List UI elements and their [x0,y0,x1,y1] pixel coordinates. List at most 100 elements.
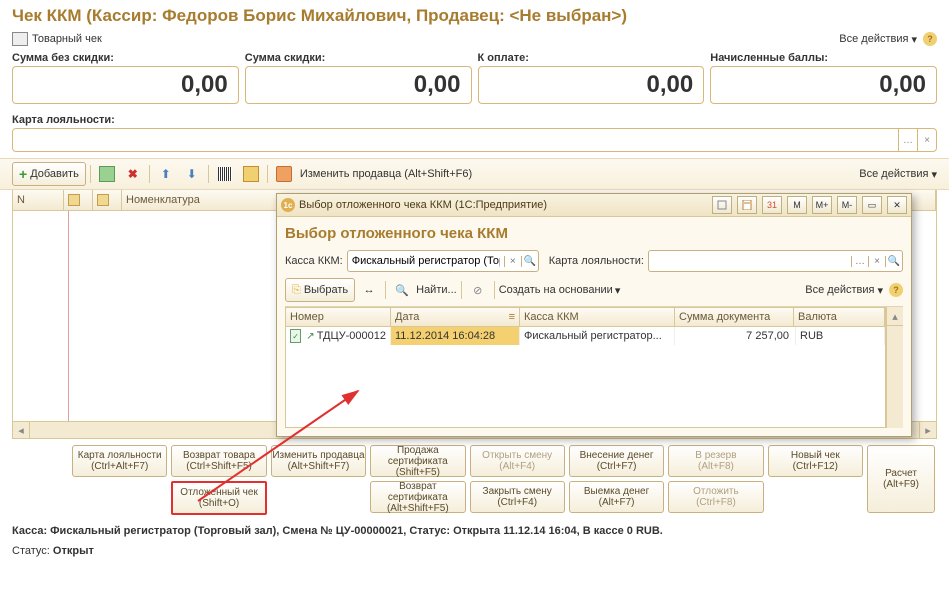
barcode-button[interactable] [213,162,237,186]
total-topay-value: 0,00 [478,66,705,104]
return-cert-button[interactable]: Возврат сертификата(Alt+Shift+F5) [370,481,465,513]
reserve-button[interactable]: В резерв(Alt+F8) [668,445,763,477]
loyalty-clear-button[interactable]: × [868,256,885,267]
plus-icon: + [19,167,27,181]
total-no-discount-label: Сумма без скидки: [12,52,239,64]
move-up-button[interactable]: ⬆ [154,162,178,186]
loyalty-search-button[interactable]: 🔍 [885,256,902,267]
col-n[interactable]: N [13,190,64,210]
dialog-heading: Выбор отложенного чека ККМ [285,225,903,242]
row-sum: 7 257,00 [675,327,796,345]
m-minus-button[interactable]: M- [837,196,857,214]
add-button[interactable]: + Добавить [12,162,86,186]
scroll-up-button[interactable]: ▴ [887,307,903,326]
separator [494,281,495,299]
search-icon: 🔍 [395,284,409,297]
chevron-down-icon: ▾ [911,33,917,46]
add-label: Добавить [30,168,79,180]
cancel-icon-button[interactable]: ⊘ [466,278,490,302]
total-points-value: 0,00 [710,66,937,104]
tb-icon-1[interactable] [712,196,732,214]
scroll-right-button[interactable]: ▸ [919,422,936,438]
folder-icon [97,194,109,206]
loyalty-field[interactable]: … × [12,128,937,152]
calendar-icon[interactable]: 31 [762,196,782,214]
print-receipt-link[interactable]: Товарный чек [32,33,102,45]
loyalty-input[interactable] [13,129,898,151]
calc-button[interactable]: Расчет(Alt+F9) [867,445,935,513]
loyalty-ellipsis-button[interactable]: … [898,129,917,151]
dcol-date[interactable]: Дата ≡ [391,308,520,326]
loyalty-ellipsis-button[interactable]: … [851,256,868,267]
seller-icon-button[interactable] [272,162,296,186]
sell-cert-button[interactable]: Продажа сертификата(Shift+F5) [370,445,465,477]
table-row[interactable]: ✓ ↗ ТДЦУ-000012 11.12.2014 16:04:28 Фиск… [286,327,885,345]
kassa-clear-button[interactable]: × [504,256,521,267]
dcol-kassa[interactable]: Касса ККМ [520,308,675,326]
loyalty-card-button[interactable]: Карта лояльности(Ctrl+Alt+F7) [72,445,167,477]
total-discount-label: Сумма скидки: [245,52,472,64]
dialog-loyalty-input[interactable] [649,255,851,267]
close-button[interactable]: ✕ [887,196,907,214]
arrow-icon: ↗ [306,331,314,342]
dialog-loyalty-input-group[interactable]: … × 🔍 [648,250,903,272]
dcol-cur[interactable]: Валюта [794,308,885,326]
margin-line [68,211,69,421]
calculator-icon[interactable] [737,196,757,214]
close-shift-button[interactable]: Закрыть смену(Ctrl+F4) [470,481,565,513]
v-scrollbar[interactable]: ▴ [886,307,903,428]
refresh-icon: ↔ [364,284,375,296]
change-seller-button[interactable]: Изменить продавца(Alt+Shift+F7) [271,445,366,477]
cancel-icon: ⊘ [473,284,482,297]
total-points-label: Начисленные баллы: [710,52,937,64]
withdraw-button[interactable]: Выемка денег(Alt+F7) [569,481,664,513]
find-link[interactable]: Найти... [416,284,457,296]
find-icon-button[interactable]: 🔍 [390,278,414,302]
all-actions-menu[interactable]: Все действия ▾ [839,33,917,46]
all-actions-label-2: Все действия [859,168,928,180]
create-based-menu[interactable]: Создать на основании ▾ [499,284,621,297]
move-down-button[interactable]: ⬇ [180,162,204,186]
col-icon1[interactable] [64,190,93,210]
arrow-down-icon: ⬇ [187,167,197,181]
deposit-button[interactable]: Внесение денег(Ctrl+F7) [569,445,664,477]
dcol-number[interactable]: Номер [286,308,391,326]
m-plus-button[interactable]: M+ [812,196,832,214]
chevron-down-icon: ▾ [931,168,937,181]
row-kassa: Фискальный регистратор... [520,327,675,345]
loyalty-clear-button[interactable]: × [917,129,936,151]
row-cur: RUB [796,327,885,345]
scroll-left-button[interactable]: ◂ [13,422,30,438]
kassa-input[interactable] [348,255,504,267]
dialog-all-actions-menu[interactable]: Все действия ▾ [805,284,883,297]
kassa-input-group[interactable]: × 🔍 [347,250,539,272]
open-shift-button[interactable]: Открыть смену(Alt+F4) [470,445,565,477]
chevron-down-icon: ▾ [877,284,883,297]
dcol-sum[interactable]: Сумма документа [675,308,794,326]
col-icon2[interactable] [93,190,122,210]
separator [208,165,209,183]
minimize-button[interactable]: ▭ [862,196,882,214]
status-label: Статус: [12,545,50,557]
select-button[interactable]: ⎘ Выбрать [285,278,355,302]
refresh-button[interactable]: ↔ [357,278,381,302]
change-seller-link[interactable]: Изменить продавца (Alt+Shift+F6) [300,168,472,180]
help-icon[interactable]: ? [923,32,937,46]
help-icon[interactable]: ? [889,283,903,297]
copy-button[interactable] [95,162,119,186]
defer-button[interactable]: Отложить(Ctrl+F8) [668,481,763,513]
new-check-button[interactable]: Новый чек(Ctrl+F12) [768,445,863,477]
return-goods-button[interactable]: Возврат товара(Ctrl+Shift+F5) [171,445,266,477]
deferred-check-button[interactable]: Отложенный чек(Shift+O) [171,481,266,515]
all-actions-label: Все действия [839,33,908,45]
chevron-down-icon: ▾ [615,284,621,297]
dialog-titlebar-text: Выбор отложенного чека ККМ (1С:Предприят… [299,199,707,211]
all-actions-menu-2[interactable]: Все действия ▾ [859,168,937,181]
separator [461,281,462,299]
sort-icon: ≡ [509,311,515,323]
scan-button[interactable] [239,162,263,186]
separator [90,165,91,183]
kassa-search-button[interactable]: 🔍 [521,256,538,267]
m-button[interactable]: M [787,196,807,214]
delete-button[interactable]: ✖ [121,162,145,186]
